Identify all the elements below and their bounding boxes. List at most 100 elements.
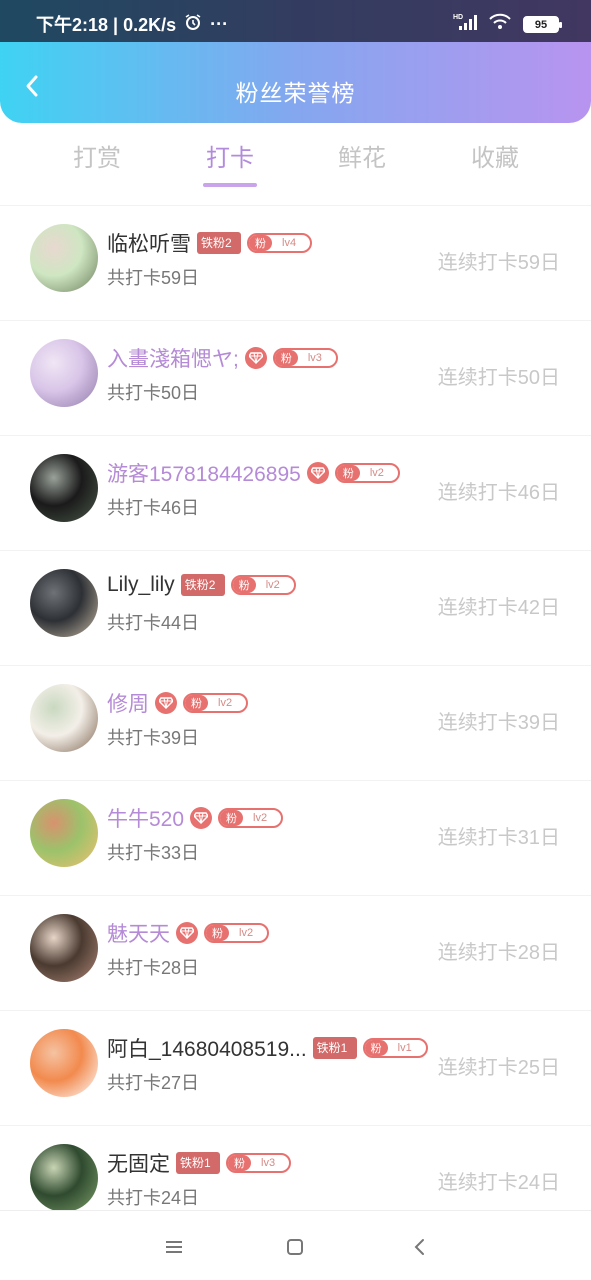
name-line: 无固定 铁粉1 粉 lv3 (107, 1148, 292, 1178)
fan-level: lv4 (282, 237, 297, 249)
fan-level-badge: 粉 lv2 (204, 923, 270, 943)
name-line: 修周 粉 lv2 (107, 688, 249, 718)
name-line: 牛牛520 粉 lv2 (107, 803, 284, 833)
diamond-icon (190, 807, 213, 829)
tab-label: 鲜花 (338, 145, 386, 172)
tab-label: 打卡 (206, 145, 254, 172)
total-checkins: 共打卡27日 (107, 1073, 200, 1093)
name-line: 阿白_14680408519... 铁粉1 粉 lv1 (107, 1033, 428, 1063)
fan-level: lv2 (265, 579, 280, 591)
streak-checkins: 连续打卡42日 (437, 597, 560, 619)
user-name[interactable]: 游客1578184426895 (107, 458, 301, 488)
fan-level: lv1 (397, 1042, 412, 1054)
tab-favorites[interactable]: 收藏 (435, 138, 555, 188)
fan-label: 粉 (364, 1040, 388, 1056)
list-item[interactable]: 游客1578184426895 粉 lv2 共打卡46日 连续打卡46日 (0, 435, 591, 550)
avatar[interactable] (30, 224, 98, 292)
header-bar: 下午2:18 | 0.2K/s ··· HD 95 粉丝荣誉榜 (0, 0, 591, 123)
tab-label: 收藏 (471, 145, 519, 172)
fan-label: 粉 (220, 810, 244, 826)
diamond-icon (155, 692, 177, 714)
fan-label: 粉 (185, 695, 208, 711)
list-item[interactable]: Lily_lily 铁粉2 粉 lv2 共打卡44日 连续打卡42日 (0, 550, 591, 665)
avatar[interactable] (30, 1029, 98, 1097)
user-name[interactable]: 入畫淺箱愢ヤ; (107, 343, 239, 373)
fan-level-badge: 粉 lv1 (362, 1038, 428, 1058)
tab-active-indicator (203, 183, 257, 187)
rank-badge: 铁粉2 (180, 574, 225, 596)
status-bar: 下午2:18 | 0.2K/s ··· HD 95 (0, 0, 591, 42)
fan-level-badge: 粉 lv3 (272, 348, 338, 368)
wifi-icon (489, 13, 511, 36)
alarm-icon (184, 13, 202, 36)
name-line: 魅天天 粉 lv2 (107, 918, 270, 948)
tab-flowers[interactable]: 鲜花 (302, 138, 422, 188)
nav-back-icon[interactable] (408, 1235, 432, 1259)
name-line: 入畫淺箱愢ヤ; 粉 lv3 (107, 343, 338, 373)
list-item[interactable]: 阿白_14680408519... 铁粉1 粉 lv1 共打卡27日 连续打卡25日 (0, 1010, 591, 1125)
avatar[interactable] (30, 569, 98, 637)
streak-checkins: 连续打卡39日 (437, 712, 560, 734)
battery-indicator: 95 (523, 16, 562, 33)
list-item[interactable]: 魅天天 粉 lv2 共打卡28日 连续打卡28日 (0, 895, 591, 1010)
list-item[interactable]: 临松听雪 铁粉2 粉 lv4 共打卡59日 连续打卡59日 (0, 205, 591, 320)
tab-reward[interactable]: 打赏 (37, 138, 157, 188)
user-name[interactable]: Lily_lily (107, 573, 175, 597)
fan-level-badge: 粉 lv4 (247, 233, 313, 253)
home-square-icon[interactable] (283, 1235, 307, 1259)
streak-checkins: 连续打卡31日 (437, 827, 560, 849)
list-item[interactable]: 修周 粉 lv2 共打卡39日 连续打卡39日 (0, 665, 591, 780)
avatar[interactable] (30, 1144, 98, 1212)
fan-level: lv3 (307, 352, 322, 364)
total-checkins: 共打卡46日 (107, 498, 200, 518)
avatar[interactable] (30, 339, 98, 407)
user-name[interactable]: 临松听雪 (107, 228, 191, 258)
fan-level-badge: 粉 lv2 (334, 463, 400, 483)
fan-level-badge: 粉 lv2 (218, 808, 284, 828)
diamond-icon (244, 347, 267, 369)
user-name[interactable]: 魅天天 (107, 918, 170, 948)
menu-icon[interactable] (162, 1235, 186, 1259)
user-name[interactable]: 无固定 (107, 1148, 170, 1178)
rank-badge: 铁粉2 (197, 232, 241, 254)
signal-icon: HD (453, 13, 477, 36)
status-more: ··· (210, 13, 229, 34)
fan-level-badge: 粉 lv3 (226, 1153, 292, 1173)
user-name[interactable]: 阿白_14680408519... (107, 1033, 307, 1063)
streak-checkins: 连续打卡46日 (437, 482, 560, 504)
name-line: 游客1578184426895 粉 lv2 (107, 458, 400, 488)
rank-badge: 铁粉1 (312, 1037, 357, 1059)
fan-level-badge: 粉 lv2 (183, 693, 249, 713)
tab-label: 打赏 (73, 145, 121, 172)
fan-level: lv2 (369, 467, 384, 479)
streak-checkins: 连续打卡28日 (437, 942, 560, 964)
tab-bar: 打赏 打卡 鲜花 收藏 (0, 138, 591, 190)
avatar[interactable] (30, 684, 98, 752)
fan-level-badge: 粉 lv2 (230, 575, 296, 595)
system-nav-bar (0, 1210, 591, 1280)
avatar[interactable] (30, 454, 98, 522)
fan-label: 粉 (206, 925, 229, 941)
total-checkins: 共打卡59日 (107, 268, 200, 288)
total-checkins: 共打卡44日 (107, 613, 200, 633)
user-name[interactable]: 牛牛520 (107, 803, 184, 833)
total-checkins: 共打卡50日 (107, 383, 200, 403)
status-right: HD 95 (453, 13, 562, 36)
fan-level: lv3 (261, 1157, 276, 1169)
total-checkins: 共打卡28日 (107, 958, 200, 978)
avatar[interactable] (30, 799, 98, 867)
streak-checkins: 连续打卡50日 (437, 367, 560, 389)
name-line: Lily_lily 铁粉2 粉 lv2 (107, 573, 296, 597)
list-item[interactable]: 入畫淺箱愢ヤ; 粉 lv3 共打卡50日 连续打卡50日 (0, 320, 591, 435)
avatar[interactable] (30, 914, 98, 982)
user-name[interactable]: 修周 (107, 688, 149, 718)
fan-label: 粉 (232, 577, 256, 593)
list-item[interactable]: 牛牛520 粉 lv2 共打卡33日 连续打卡31日 (0, 780, 591, 895)
tab-checkin[interactable]: 打卡 (170, 138, 290, 188)
rank-badge: 铁粉1 (176, 1152, 220, 1174)
status-time-speed: 下午2:18 | 0.2K/s (36, 15, 177, 35)
status-left: 下午2:18 | 0.2K/s ··· (36, 11, 228, 37)
total-checkins: 共打卡39日 (107, 728, 200, 748)
fan-level: lv2 (239, 927, 254, 939)
diamond-icon (176, 922, 198, 944)
